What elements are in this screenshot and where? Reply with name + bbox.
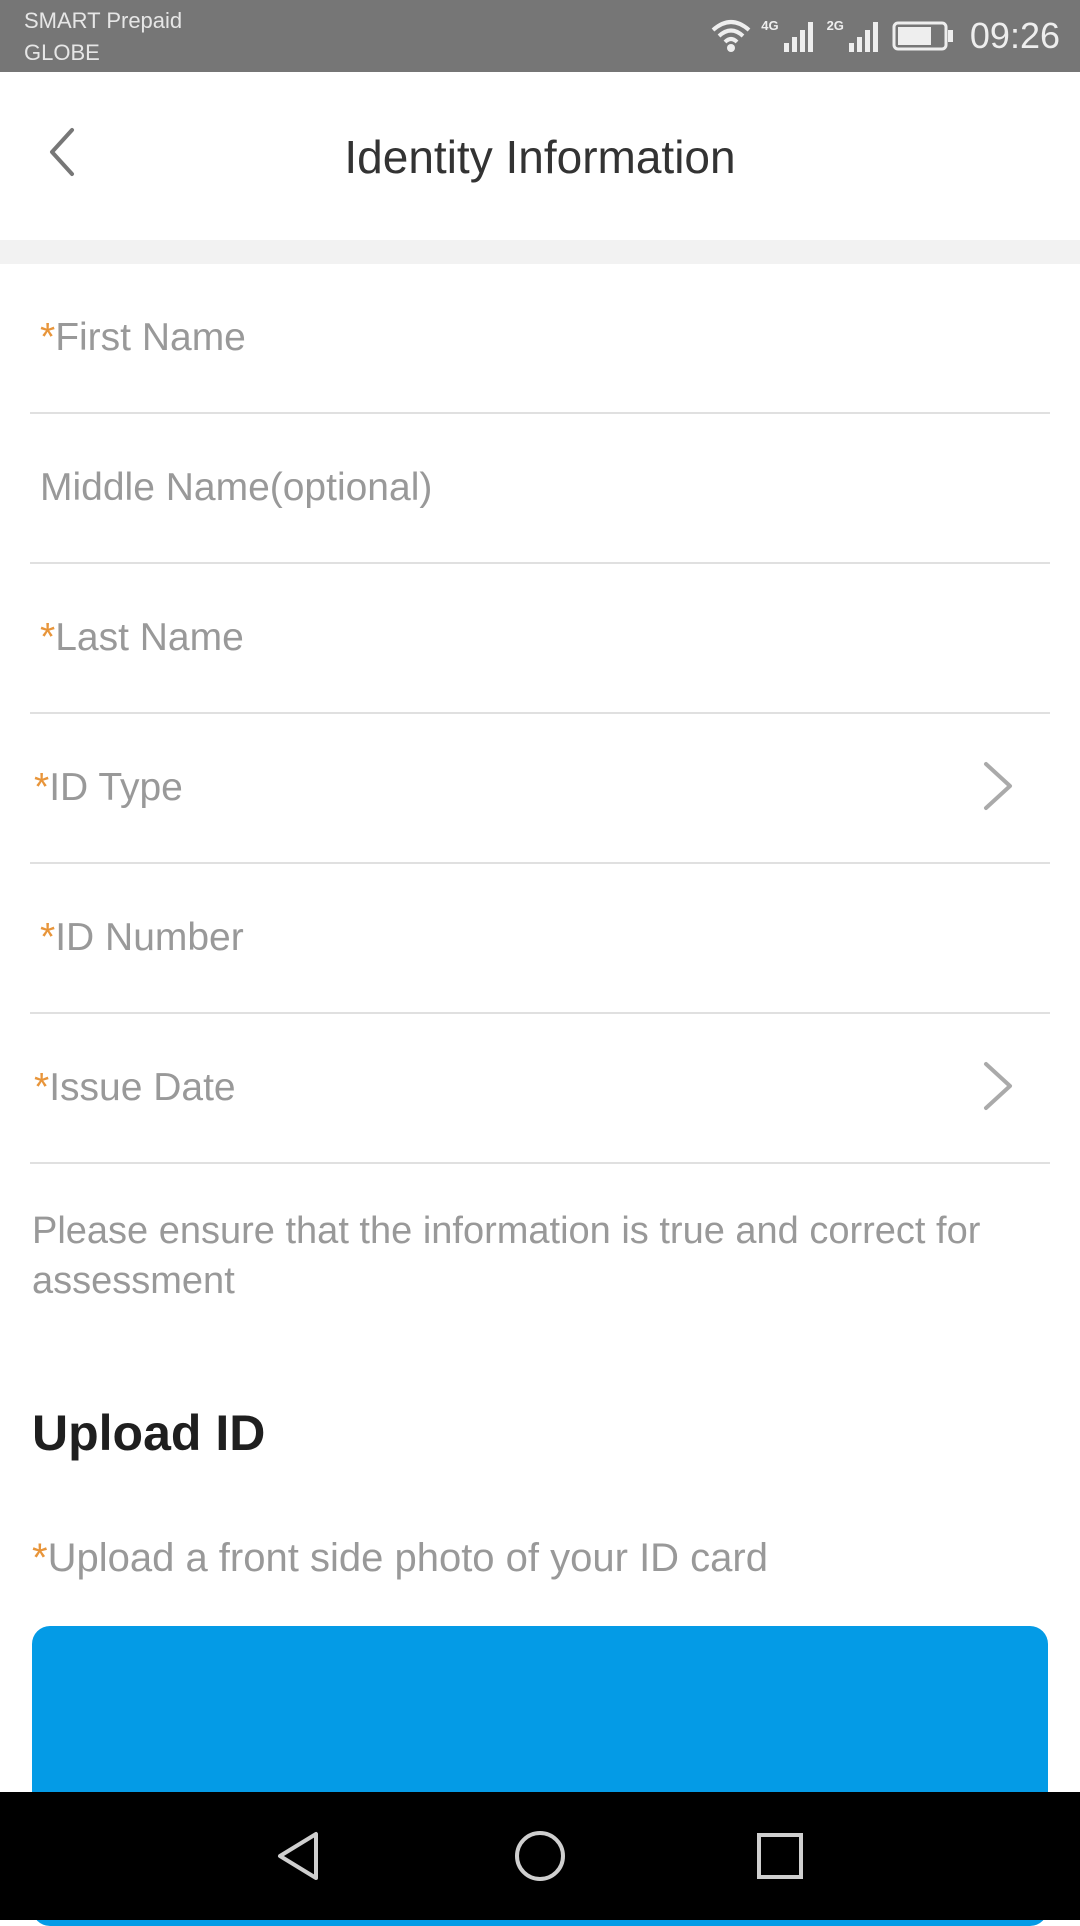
clock: 09:26	[969, 15, 1060, 56]
last-name-field[interactable]: *Last Name	[30, 564, 1050, 714]
chevron-right-icon	[984, 762, 1012, 810]
upload-section-title: Upload ID	[32, 1405, 266, 1461]
header-divider	[0, 240, 1080, 264]
id-type-label: *ID Type	[34, 766, 183, 809]
chevron-right-icon	[984, 1062, 1012, 1110]
id-type-selector[interactable]: *ID Type	[30, 714, 1050, 864]
status-icons: 4G 2G 09:26	[711, 10, 1060, 62]
nav-recents-button[interactable]	[750, 1826, 810, 1886]
network-type-1: 4G	[761, 18, 779, 33]
first-name-field[interactable]: *First Name	[30, 264, 1050, 414]
home-circle-icon	[515, 1831, 565, 1881]
accuracy-notice: Please ensure that the information is tr…	[32, 1210, 981, 1302]
issue-date-label: *Issue Date	[34, 1066, 236, 1109]
middle-name-field[interactable]: Middle Name(optional)	[30, 414, 1050, 564]
app-header: Identity Information	[0, 72, 1080, 240]
wifi-icon	[711, 20, 751, 52]
issue-date-selector[interactable]: *Issue Date	[30, 1014, 1050, 1164]
status-bar: SMART Prepaid GLOBE 4G 2G 09:26	[0, 0, 1080, 72]
network-type-2: 2G	[826, 18, 844, 33]
required-marker: *	[34, 1066, 50, 1109]
signal-4g-icon	[783, 22, 813, 52]
nav-back-button[interactable]	[270, 1826, 330, 1886]
system-nav-bar	[0, 1792, 1080, 1920]
carrier-secondary: GLOBE	[24, 40, 100, 65]
upload-front-label: *Upload a front side photo of your ID ca…	[32, 1536, 768, 1580]
page-title: Identity Information	[344, 131, 736, 183]
carrier-primary: SMART Prepaid	[24, 8, 183, 33]
nav-home-button[interactable]	[510, 1826, 570, 1886]
back-triangle-icon	[278, 1832, 318, 1880]
signal-2g-icon	[848, 22, 878, 52]
battery-icon	[892, 21, 953, 51]
recents-square-icon	[757, 1833, 803, 1879]
id-number-field[interactable]: *ID Number	[30, 864, 1050, 1014]
required-marker: *	[32, 1536, 48, 1580]
required-marker: *	[34, 766, 50, 809]
